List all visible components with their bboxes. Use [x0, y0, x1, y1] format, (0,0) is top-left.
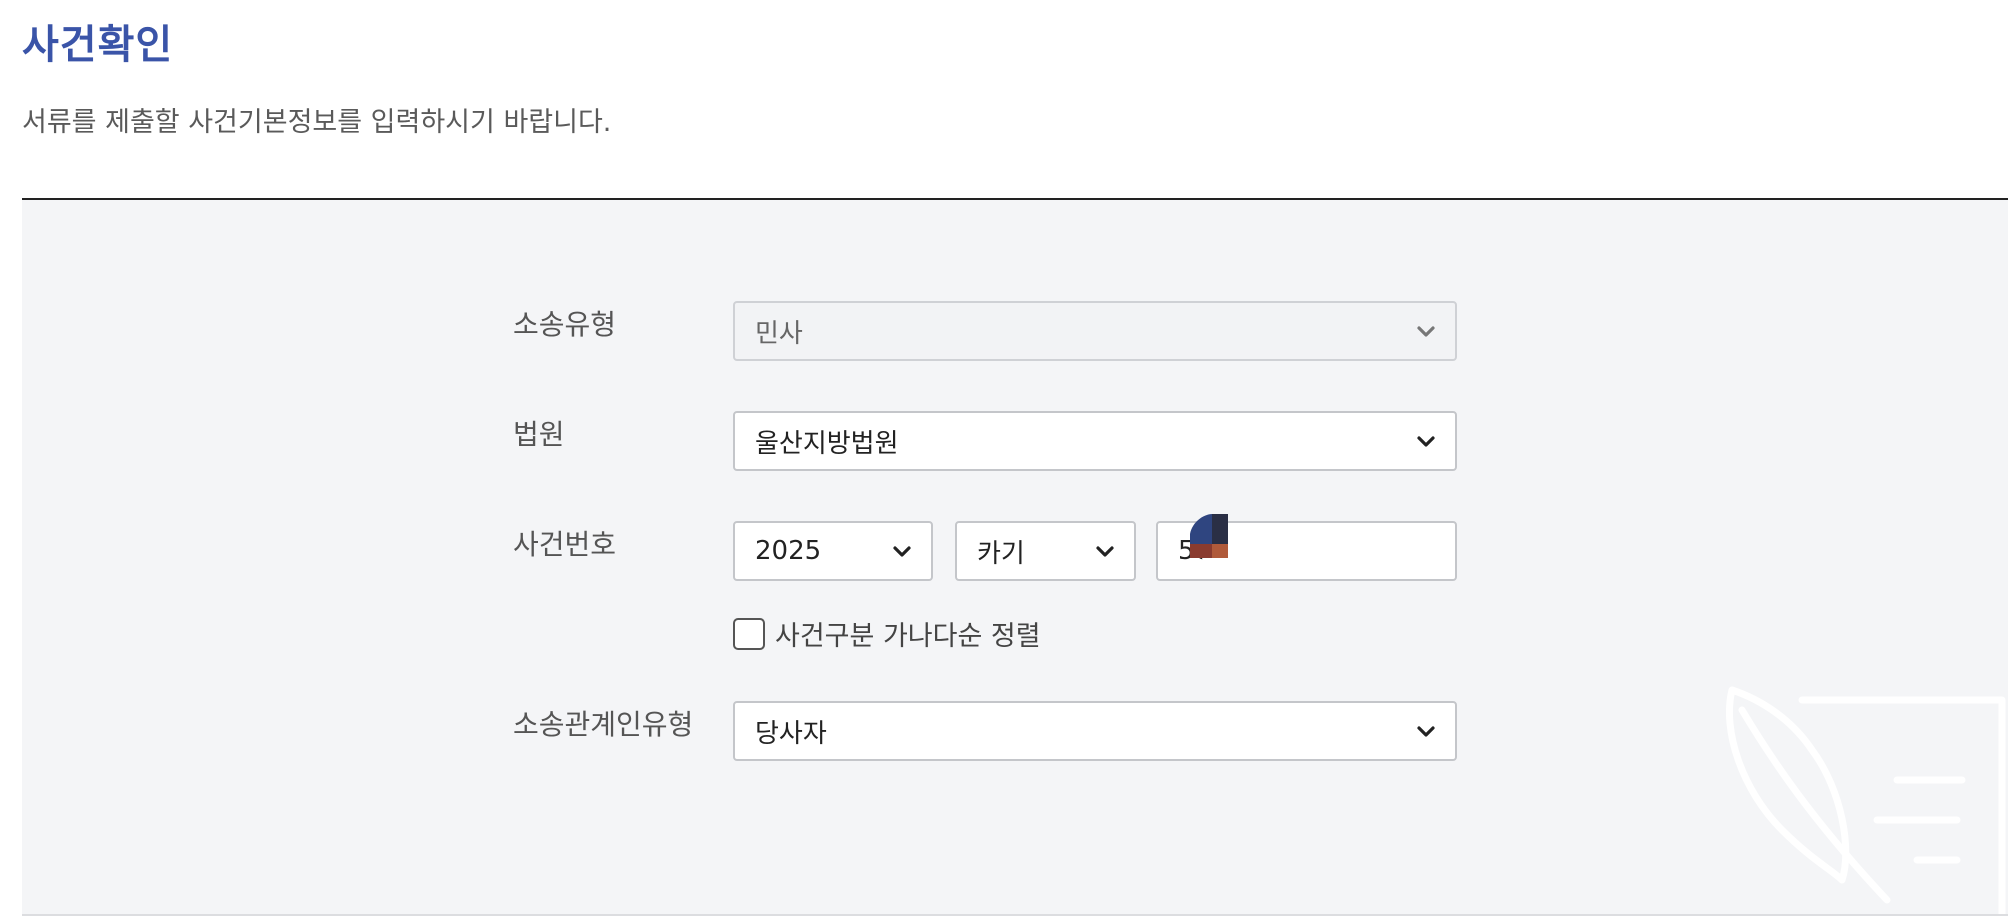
- case-confirm-page: 사건확인 서류를 제출할 사건기본정보를 입력하시기 바랍니다. 소송유형 민사…: [0, 0, 2008, 916]
- case-year-value: 2025: [755, 536, 822, 566]
- case-category-select[interactable]: 카기: [955, 521, 1136, 581]
- chevron-down-icon: [1415, 430, 1437, 452]
- party-type-label: 소송관계인유형: [513, 708, 694, 741]
- party-type-value: 당사자: [755, 718, 827, 749]
- page-title: 사건확인: [22, 22, 174, 68]
- court-value: 울산지방법원: [755, 428, 899, 459]
- litigation-type-select[interactable]: 민사: [733, 301, 1457, 361]
- chevron-down-icon: [1094, 540, 1116, 562]
- litigation-type-value: 민사: [755, 318, 803, 349]
- case-year-select[interactable]: 2025: [733, 521, 933, 581]
- redaction-overlay: [1182, 514, 1234, 574]
- court-label: 법원: [513, 418, 565, 451]
- chevron-down-icon: [1415, 720, 1437, 742]
- sort-option-checkbox[interactable]: [733, 617, 765, 650]
- case-info-form: 소송유형 민사 법원 울산지방법원 사건번호 2025 카기 사건구분 가나다순…: [22, 200, 2008, 916]
- chevron-down-icon: [891, 540, 913, 562]
- litigation-type-label: 소송유형: [513, 308, 617, 341]
- sort-option-checkbox-row[interactable]: 사건구분 가나다순 정렬: [733, 614, 1041, 653]
- quill-document-icon: [1702, 670, 2008, 914]
- chevron-down-icon: [1415, 320, 1437, 342]
- case-number-label: 사건번호: [513, 528, 617, 561]
- party-type-select[interactable]: 당사자: [733, 701, 1457, 761]
- court-select[interactable]: 울산지방법원: [733, 411, 1457, 471]
- sort-option-label: 사건구분 가나다순 정렬: [775, 621, 1041, 652]
- case-category-value: 카기: [977, 538, 1025, 569]
- page-description: 서류를 제출할 사건기본정보를 입력하시기 바랍니다.: [22, 107, 612, 138]
